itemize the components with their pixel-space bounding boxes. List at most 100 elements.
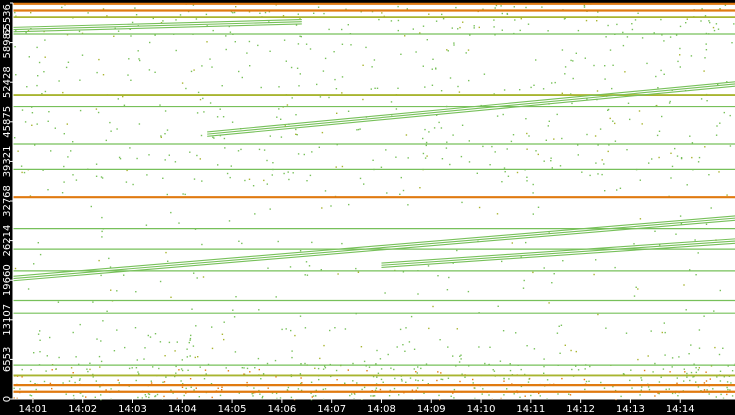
access-point — [402, 189, 405, 192]
access-point — [43, 380, 46, 383]
access-point — [246, 52, 248, 54]
access-point — [154, 71, 156, 73]
access-point — [263, 179, 265, 182]
access-point — [503, 377, 505, 380]
access-point — [467, 290, 470, 293]
access-point — [37, 333, 40, 335]
access-point — [535, 59, 537, 61]
access-point — [619, 187, 622, 189]
access-point — [370, 395, 372, 397]
access-point — [388, 395, 391, 397]
access-point — [30, 395, 33, 397]
access-point — [448, 276, 450, 279]
y-tick-label: 13107 — [2, 304, 13, 336]
access-point — [362, 98, 364, 101]
access-point — [489, 164, 491, 166]
access-point — [530, 394, 532, 397]
access-point — [300, 35, 302, 38]
access-point — [568, 393, 570, 395]
access-point — [266, 362, 269, 365]
access-point — [297, 153, 300, 155]
access-point — [181, 369, 184, 372]
access-point — [341, 92, 343, 94]
access-point — [704, 57, 706, 59]
access-point — [217, 387, 219, 389]
access-point — [622, 44, 625, 47]
y-tick-label: 0 — [2, 396, 13, 402]
access-point — [698, 347, 701, 349]
access-point — [148, 154, 150, 156]
access-point — [710, 207, 712, 209]
access-point — [335, 166, 337, 168]
access-point — [219, 108, 221, 110]
access-point — [241, 76, 243, 79]
access-point — [199, 98, 202, 101]
access-point — [453, 388, 456, 391]
access-point — [697, 369, 700, 371]
access-point — [201, 65, 203, 67]
access-point — [101, 230, 103, 233]
access-point — [363, 386, 366, 389]
access-point — [269, 50, 271, 52]
access-point — [532, 192, 534, 194]
access-point — [297, 43, 300, 45]
access-point — [98, 259, 100, 262]
access-point — [292, 172, 294, 174]
access-point — [44, 90, 47, 93]
access-point — [526, 176, 528, 178]
access-point — [264, 11, 267, 14]
access-point — [344, 382, 346, 384]
access-point — [170, 211, 172, 214]
access-point — [249, 65, 251, 67]
access-point — [523, 279, 525, 282]
access-point — [415, 371, 417, 373]
access-point — [461, 201, 463, 204]
access-point — [425, 141, 428, 144]
access-point — [438, 121, 440, 124]
access-point — [671, 366, 673, 368]
access-point — [641, 37, 644, 39]
access-point — [225, 367, 227, 369]
access-point — [607, 109, 609, 111]
access-point — [425, 144, 427, 147]
access-point — [259, 393, 261, 395]
access-point — [449, 163, 451, 166]
access-point — [597, 173, 599, 175]
access-point — [205, 13, 208, 16]
access-point — [526, 132, 528, 135]
access-point — [571, 368, 573, 371]
access-point — [442, 18, 445, 20]
access-point — [482, 388, 484, 390]
access-point — [185, 87, 187, 90]
access-point — [731, 42, 733, 44]
access-point — [225, 48, 227, 51]
access-point — [149, 336, 152, 338]
access-point — [183, 394, 185, 397]
access-point — [553, 273, 555, 275]
access-point — [720, 393, 722, 396]
access-point — [686, 372, 688, 375]
access-point — [198, 396, 200, 398]
access-point — [181, 386, 184, 388]
access-point — [712, 26, 715, 29]
access-point — [136, 157, 138, 160]
access-point — [185, 387, 187, 390]
access-point — [676, 382, 678, 384]
access-point — [110, 388, 112, 390]
access-point — [416, 387, 419, 389]
access-point — [348, 203, 350, 206]
access-point — [328, 28, 330, 31]
access-point — [359, 177, 362, 180]
access-point — [650, 330, 652, 332]
access-point — [167, 260, 169, 262]
access-point — [520, 368, 522, 371]
access-point — [81, 54, 84, 56]
access-point — [266, 183, 268, 185]
access-point — [311, 396, 313, 398]
access-point — [515, 332, 517, 334]
access-point — [543, 160, 545, 162]
access-point — [553, 138, 555, 140]
access-point — [164, 159, 166, 161]
access-point — [101, 177, 104, 179]
access-point — [380, 368, 383, 370]
